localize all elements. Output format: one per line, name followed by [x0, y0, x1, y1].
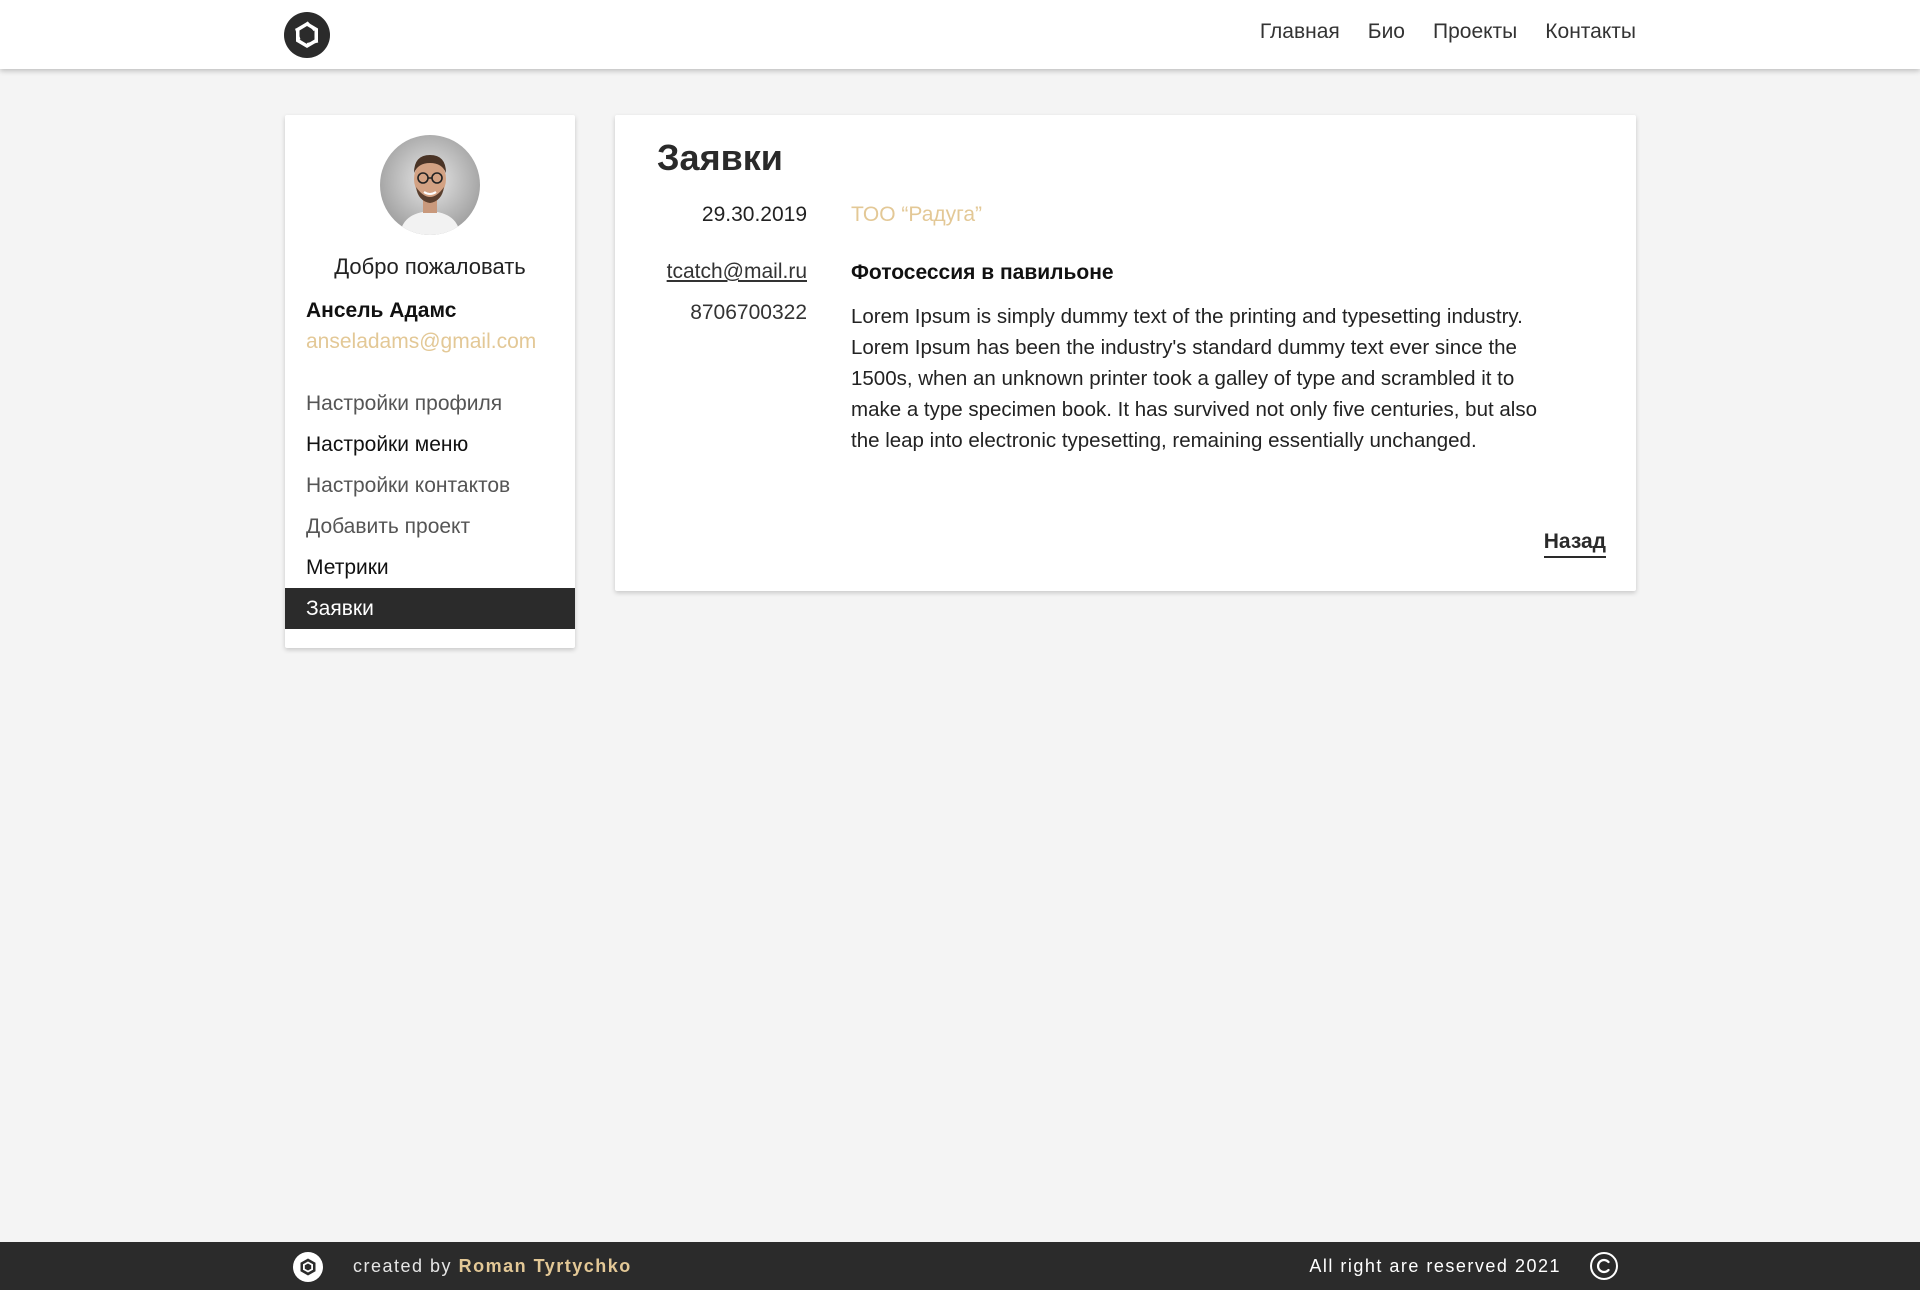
main-nav: Главная Био Проекты Контакты	[1260, 20, 1636, 44]
request-company: ТОО “Радуга”	[851, 203, 982, 226]
nav-item-projects[interactable]: Проекты	[1433, 20, 1517, 44]
nav-item-bio[interactable]: Био	[1368, 20, 1405, 44]
request-subject: Фотосессия в павильоне	[851, 261, 1114, 284]
request-card: Заявки 29.30.2019 ТОО “Радуга” tcatch@ma…	[615, 115, 1636, 591]
page: Главная Био Проекты Контакты Добро пожал…	[0, 0, 1920, 1290]
avatar	[380, 135, 480, 235]
aperture-logo-icon[interactable]	[283, 11, 331, 59]
sidebar-item-profile-settings[interactable]: Настройки профиля	[285, 383, 575, 424]
sidebar-item-menu-settings[interactable]: Настройки меню	[285, 424, 575, 465]
footer: created by Roman Tyrtychko All right are…	[0, 1242, 1920, 1290]
user-email: anseladams@gmail.com	[306, 330, 537, 353]
user-name: Ансель Адамс	[306, 299, 457, 322]
sidebar-item-contact-settings[interactable]: Настройки контактов	[285, 465, 575, 506]
footer-credit: created by Roman Tyrtychko	[353, 1256, 632, 1277]
request-body: Lorem Ipsum is simply dummy text of the …	[851, 305, 1537, 452]
request-phone: 8706700322	[690, 301, 807, 324]
back-button[interactable]: Назад	[1543, 530, 1606, 558]
avatar-image	[380, 135, 480, 235]
aperture-logo-icon	[293, 1252, 323, 1282]
sidebar-menu: Настройки профиля Настройки меню Настрой…	[285, 383, 575, 629]
request-date: 29.30.2019	[701, 203, 807, 226]
footer-credit-prefix: created by	[353, 1256, 453, 1276]
welcome-text: Добро пожаловать	[334, 254, 526, 279]
footer-credit-author[interactable]: Roman Tyrtychko	[459, 1256, 632, 1276]
copyright-icon	[1590, 1252, 1618, 1280]
footer-rights: All right are reserved 2021	[1309, 1256, 1561, 1276]
header: Главная Био Проекты Контакты	[0, 0, 1920, 69]
request-email-link[interactable]: tcatch@mail.ru	[667, 260, 807, 284]
nav-item-home[interactable]: Главная	[1260, 20, 1340, 44]
sidebar-item-requests[interactable]: Заявки	[285, 588, 575, 629]
profile-sidebar: Добро пожаловать Ансель Адамс anseladams…	[285, 115, 575, 648]
page-title: Заявки	[657, 137, 783, 178]
sidebar-item-metrics[interactable]: Метрики	[285, 547, 575, 588]
nav-item-contacts[interactable]: Контакты	[1545, 20, 1636, 44]
sidebar-item-add-project[interactable]: Добавить проект	[285, 506, 575, 547]
